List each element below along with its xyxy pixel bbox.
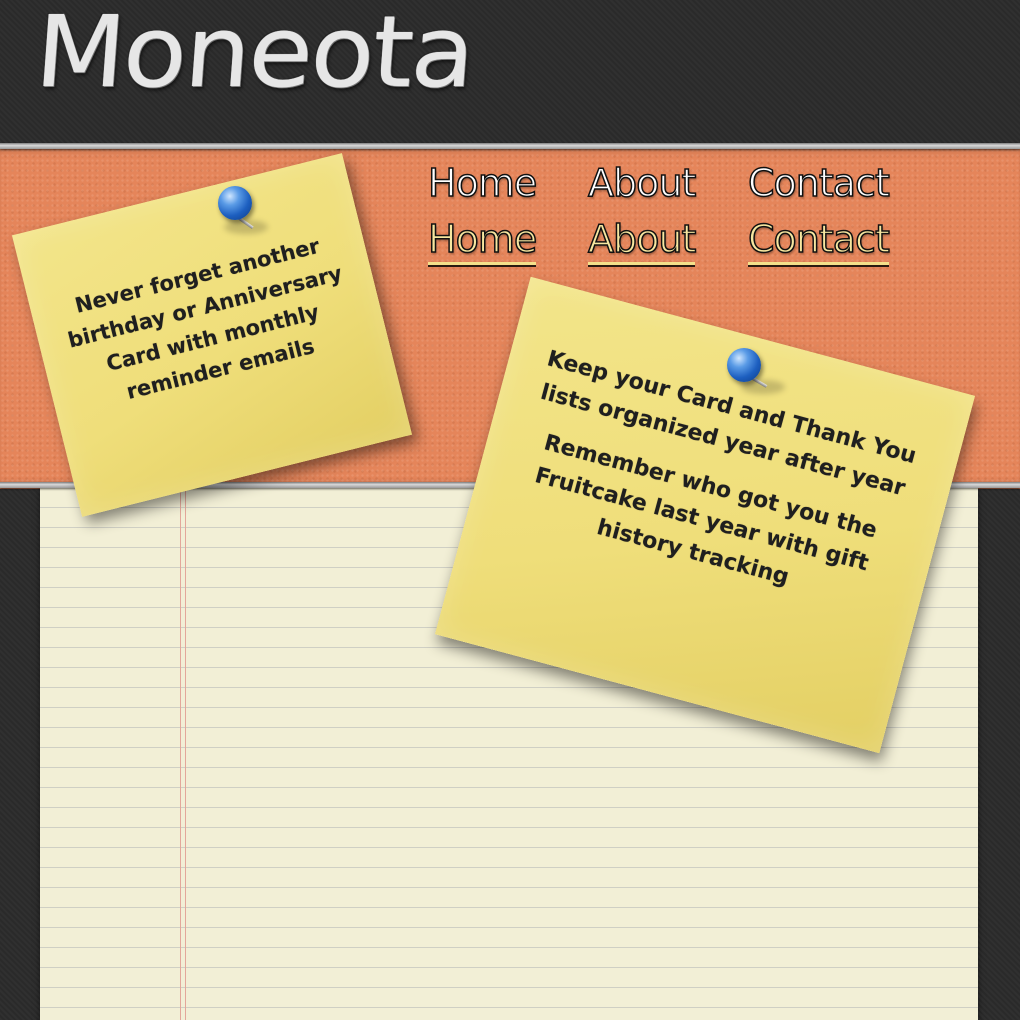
- sticky-note-text: Keep your Card and Thank You lists organ…: [495, 340, 929, 621]
- main-nav: Home About Contact Home About Contact: [427, 160, 928, 280]
- nav-home-link[interactable]: Home: [427, 160, 538, 206]
- site-logo[interactable]: Moneota: [31, 0, 477, 110]
- nav-contact-link[interactable]: Contact: [747, 160, 890, 206]
- band-top-divider: [0, 143, 1020, 149]
- paper-margin-line: [180, 488, 186, 1020]
- sticky-note-text: Never forget another birthday or Anniver…: [48, 224, 370, 421]
- nav-home-link-hover[interactable]: Home: [427, 216, 538, 265]
- pin-head: [727, 348, 761, 382]
- page: Moneota Home About Contact Home About Co…: [0, 0, 1020, 1020]
- nav-contact-link-hover[interactable]: Contact: [747, 216, 891, 265]
- nav-about-link-hover[interactable]: About: [587, 216, 697, 265]
- nav-about-link[interactable]: About: [587, 160, 697, 206]
- pin-head: [218, 186, 252, 220]
